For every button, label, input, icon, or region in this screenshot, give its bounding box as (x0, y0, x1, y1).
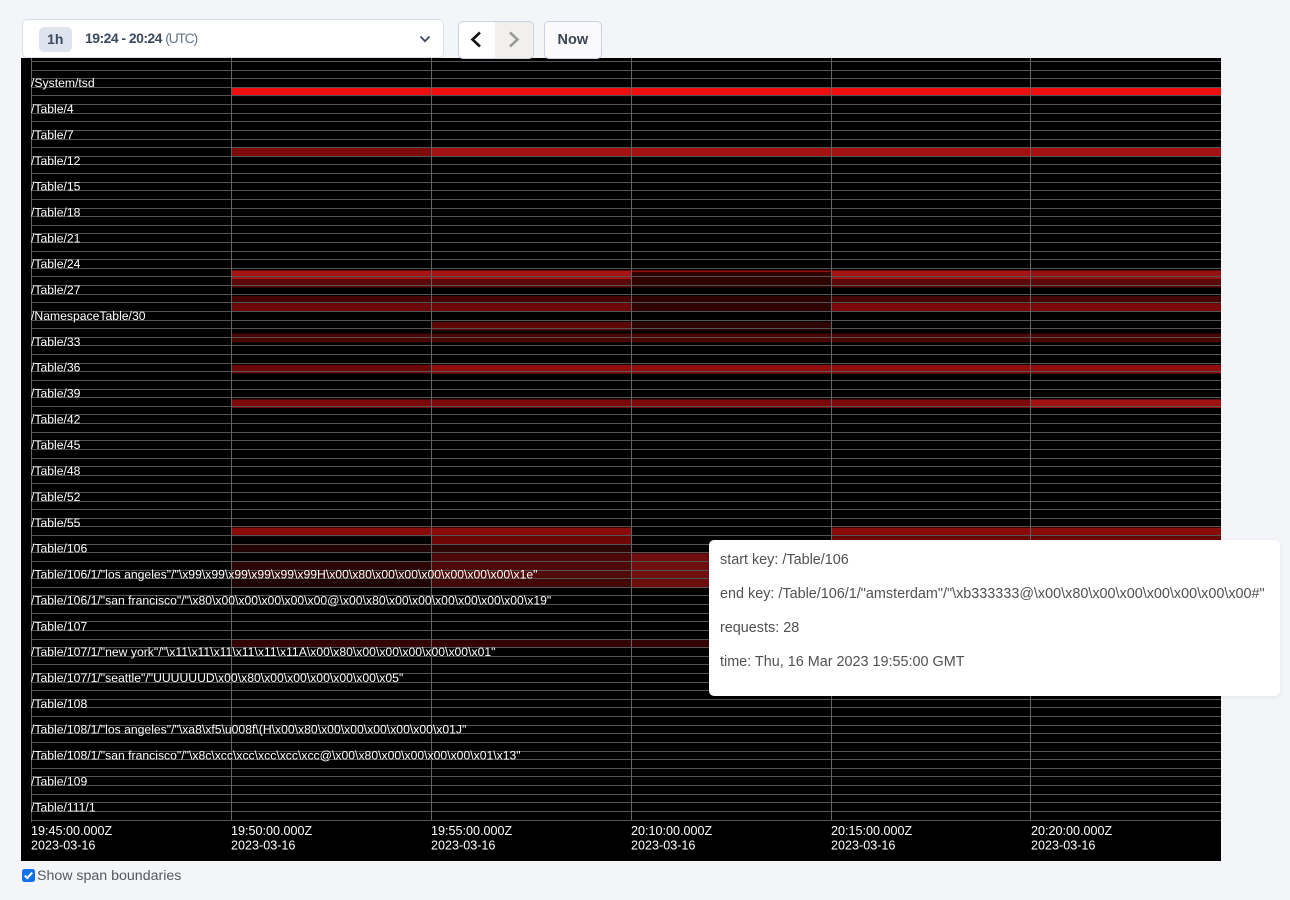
svg-text:/Table/107: /Table/107 (31, 619, 87, 633)
svg-text:/Table/7: /Table/7 (31, 128, 74, 142)
svg-text:/Table/106/1/"san francisco"/": /Table/106/1/"san francisco"/"\x80\x00\x… (31, 593, 551, 607)
svg-text:/Table/107/1/"seattle"/"UUUUUU: /Table/107/1/"seattle"/"UUUUUUD\x00\x80\… (31, 671, 403, 685)
svg-text:/NamespaceTable/30: /NamespaceTable/30 (31, 309, 146, 323)
svg-text:19:50:00.000Z: 19:50:00.000Z (231, 824, 313, 838)
svg-text:20:15:00.000Z: 20:15:00.000Z (831, 824, 913, 838)
svg-text:2023-03-16: 2023-03-16 (1031, 839, 1095, 853)
svg-text:/Table/18: /Table/18 (31, 206, 81, 220)
svg-text:2023-03-16: 2023-03-16 (431, 839, 495, 853)
svg-text:19:55:00.000Z: 19:55:00.000Z (431, 824, 513, 838)
svg-text:2023-03-16: 2023-03-16 (831, 839, 895, 853)
svg-text:/Table/108: /Table/108 (31, 697, 87, 711)
svg-text:/Table/106: /Table/106 (31, 542, 87, 556)
svg-text:20:10:00.000Z: 20:10:00.000Z (631, 824, 713, 838)
svg-text:/Table/4: /Table/4 (31, 102, 74, 116)
svg-text:/Table/55: /Table/55 (31, 516, 81, 530)
svg-text:/Table/33: /Table/33 (31, 335, 81, 349)
svg-text:/Table/39: /Table/39 (31, 387, 81, 401)
svg-text:/Table/42: /Table/42 (31, 412, 81, 426)
svg-text:/Table/107/1/"new york"/"\x11\: /Table/107/1/"new york"/"\x11\x11\x11\x1… (31, 645, 495, 659)
svg-text:/Table/106/1/"los angeles"/"\x: /Table/106/1/"los angeles"/"\x99\x99\x99… (31, 568, 537, 582)
svg-text:/Table/52: /Table/52 (31, 490, 81, 504)
svg-text:/Table/108/1/"los angeles"/"\x: /Table/108/1/"los angeles"/"\xa8\xf5\u00… (31, 723, 466, 737)
svg-text:/Table/36: /Table/36 (31, 361, 81, 375)
svg-text:/Table/15: /Table/15 (31, 180, 81, 194)
svg-text:/Table/24: /Table/24 (31, 257, 81, 271)
svg-text:/Table/21: /Table/21 (31, 231, 81, 245)
svg-text:20:20:00.000Z: 20:20:00.000Z (1031, 824, 1113, 838)
svg-text:2023-03-16: 2023-03-16 (31, 839, 95, 853)
svg-text:/Table/108/1/"san francisco"/": /Table/108/1/"san francisco"/"\x8c\xcc\x… (31, 749, 521, 763)
svg-text:/Table/12: /Table/12 (31, 154, 81, 168)
svg-text:2023-03-16: 2023-03-16 (231, 839, 295, 853)
svg-text:/Table/27: /Table/27 (31, 283, 81, 297)
svg-text:/Table/111/1: /Table/111/1 (31, 800, 96, 814)
svg-text:/Table/45: /Table/45 (31, 438, 81, 452)
svg-text:2023-03-16: 2023-03-16 (631, 839, 695, 853)
svg-text:/Table/109: /Table/109 (31, 774, 87, 788)
svg-text:/Table/48: /Table/48 (31, 464, 81, 478)
svg-text:/System/tsd: /System/tsd (31, 76, 95, 90)
svg-text:19:45:00.000Z: 19:45:00.000Z (31, 824, 113, 838)
